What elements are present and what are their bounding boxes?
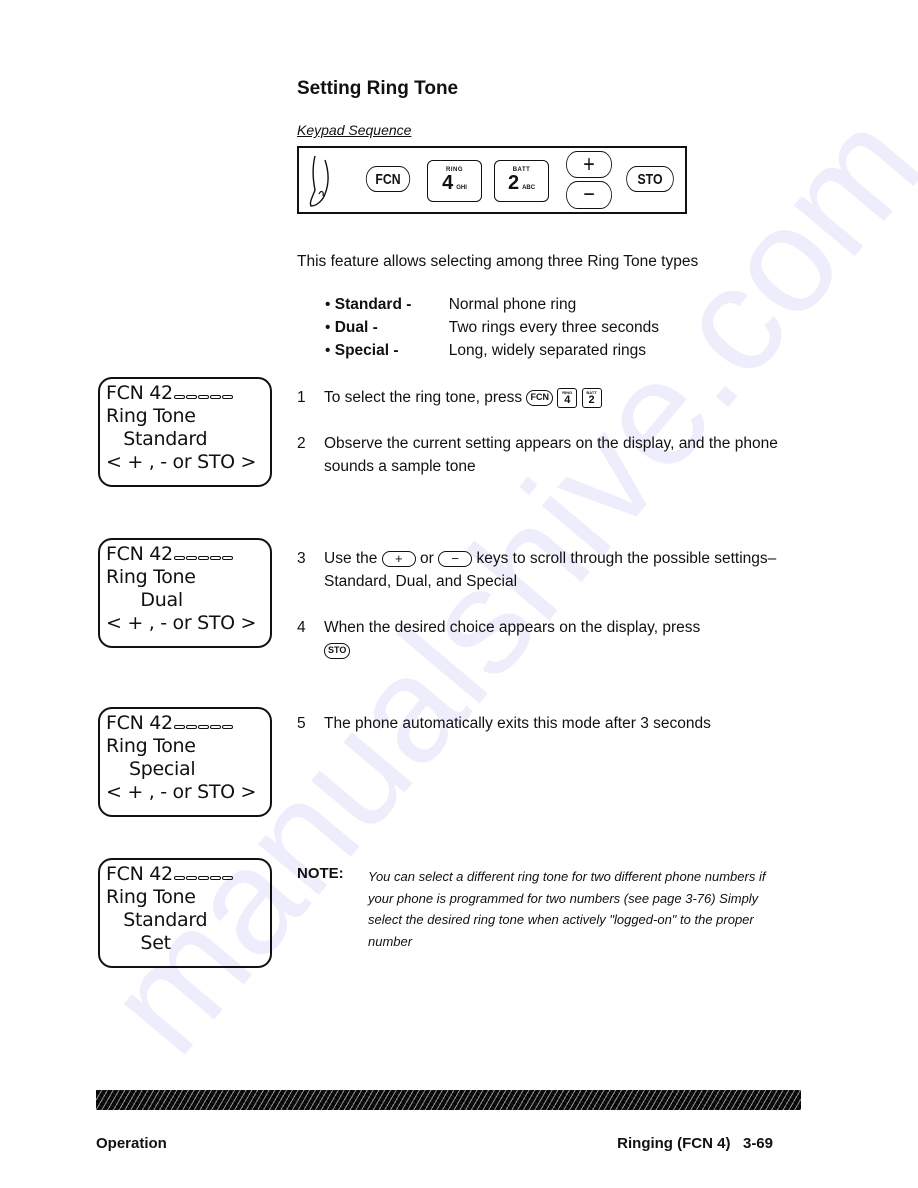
- footer-page-ref: Ringing (FCN 4) 3-69: [617, 1135, 773, 1152]
- signal-bars-icon: [173, 712, 233, 735]
- sto-key: STO: [626, 166, 674, 192]
- signal-bars-icon: [173, 863, 233, 886]
- step-2: 2 Observe the current setting appears on…: [297, 435, 778, 475]
- plus-key-icon: +: [381, 550, 416, 567]
- plus-key: +: [566, 151, 612, 178]
- step-1: 1 To select the ring tone, press FCN RIN…: [297, 386, 779, 409]
- ring-4-key-icon: RING 4: [557, 387, 578, 408]
- signal-bars-icon: [173, 543, 233, 566]
- finger-press-icon: [309, 155, 329, 207]
- footer-texture-overlay: [96, 1090, 801, 1110]
- lcd-display-dual: FCN 42 Ring Tone Dual < + , - or STO >: [98, 538, 272, 648]
- feature-item: • Special - Long, widely separated rings: [325, 342, 647, 359]
- keypad-sequence-label: Keypad Sequence: [297, 122, 412, 138]
- note-text: You can select a different ring tone for…: [368, 869, 766, 949]
- batt-2-key-icon: BATT 2: [581, 387, 602, 408]
- minus-key: −: [566, 181, 612, 209]
- section-title: Setting Ring Tone: [297, 78, 459, 99]
- minus-key-icon: −: [438, 550, 473, 567]
- lcd-display-set: FCN 42 Ring Tone Standard Set: [98, 858, 272, 968]
- fcn-key-icon: FCN: [526, 389, 553, 406]
- feature-item: • Standard - Normal phone ring: [325, 296, 577, 313]
- note-label: NOTE:: [297, 865, 344, 882]
- lcd-display-standard: FCN 42 Ring Tone Standard < + , - or STO…: [98, 377, 272, 487]
- lcd-display-special: FCN 42 Ring Tone Special < + , - or STO …: [98, 707, 272, 817]
- step-3: 3 Use the + or − keys to scroll through …: [297, 550, 777, 590]
- batt-2-key: BATT 2 ABC: [494, 160, 549, 202]
- step-4: 4 When the desired choice appears on the…: [297, 616, 779, 662]
- fcn-key: FCN: [365, 166, 411, 192]
- footer-section: Operation: [96, 1135, 167, 1152]
- ring-4-key: RING 4 GHI: [427, 160, 482, 202]
- step-5: 5 The phone automatically exits this mod…: [297, 715, 711, 732]
- intro-text: This feature allows selecting among thre…: [297, 253, 699, 270]
- keypad-sequence-box: FCN RING 4 GHI BATT 2 ABC + − STO: [297, 146, 687, 214]
- sto-key-icon: STO: [324, 642, 351, 659]
- signal-bars-icon: [173, 382, 233, 405]
- feature-item: • Dual - Two rings every three seconds: [325, 319, 659, 336]
